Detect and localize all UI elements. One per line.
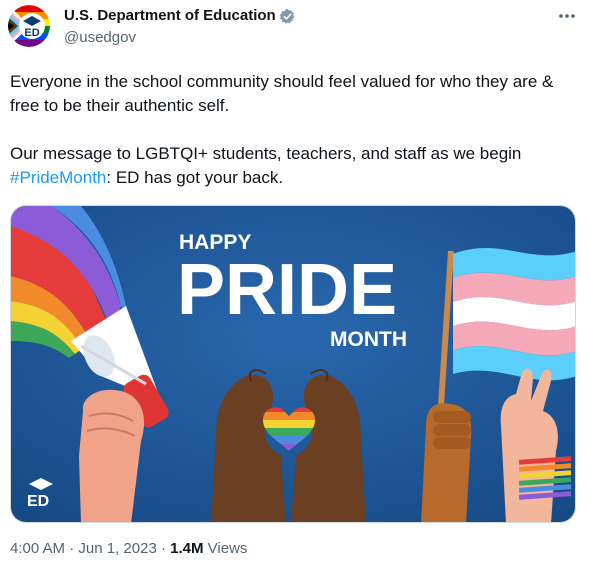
meta-separator: · [65,540,79,557]
tweet-date[interactable]: Jun 1, 2023 [78,540,156,557]
tweet-meta: 4:00 AM · Jun 1, 2023 · 1.4M Views [10,539,247,559]
meta-separator: · [156,540,171,557]
avatar[interactable]: ED [8,5,50,47]
tweet-text: Everyone in the school community should … [10,70,580,190]
display-name[interactable]: U.S. Department of Education [64,6,276,26]
tweet-text-line: Everyone in the school community should … [10,72,554,91]
name-row: U.S. Department of Education [64,6,580,26]
tweet-text-line: free to be their authentic self. [10,96,230,115]
media-heading-pride: PRIDE [177,250,397,330]
tweet-text-line: : ED has got your back. [106,168,284,187]
svg-text:ED: ED [24,27,39,39]
hand-flag-graphic [421,403,472,522]
tweet-text-line: Our message to LGBTQI+ students, teacher… [10,144,522,163]
svg-text:ED: ED [27,493,49,510]
tweet-card: ED U.S. Department of Education @usedgov… [0,0,590,571]
verified-badge-icon[interactable] [279,8,296,25]
tweet-time[interactable]: 4:00 AM [10,540,65,557]
more-options-icon[interactable] [556,6,578,26]
media-image[interactable]: HAPPY PRIDE MONTH ED [10,205,576,523]
hashtag-link[interactable]: #PrideMonth [10,168,106,187]
handle[interactable]: @usedgov [64,28,580,48]
tweet-header: U.S. Department of Education @usedgov [64,6,580,50]
views-count: 1.4M [170,540,204,557]
ed-logo-icon: ED [8,5,50,47]
media-heading-month: MONTH [330,328,407,351]
views-label: Views [203,540,248,557]
